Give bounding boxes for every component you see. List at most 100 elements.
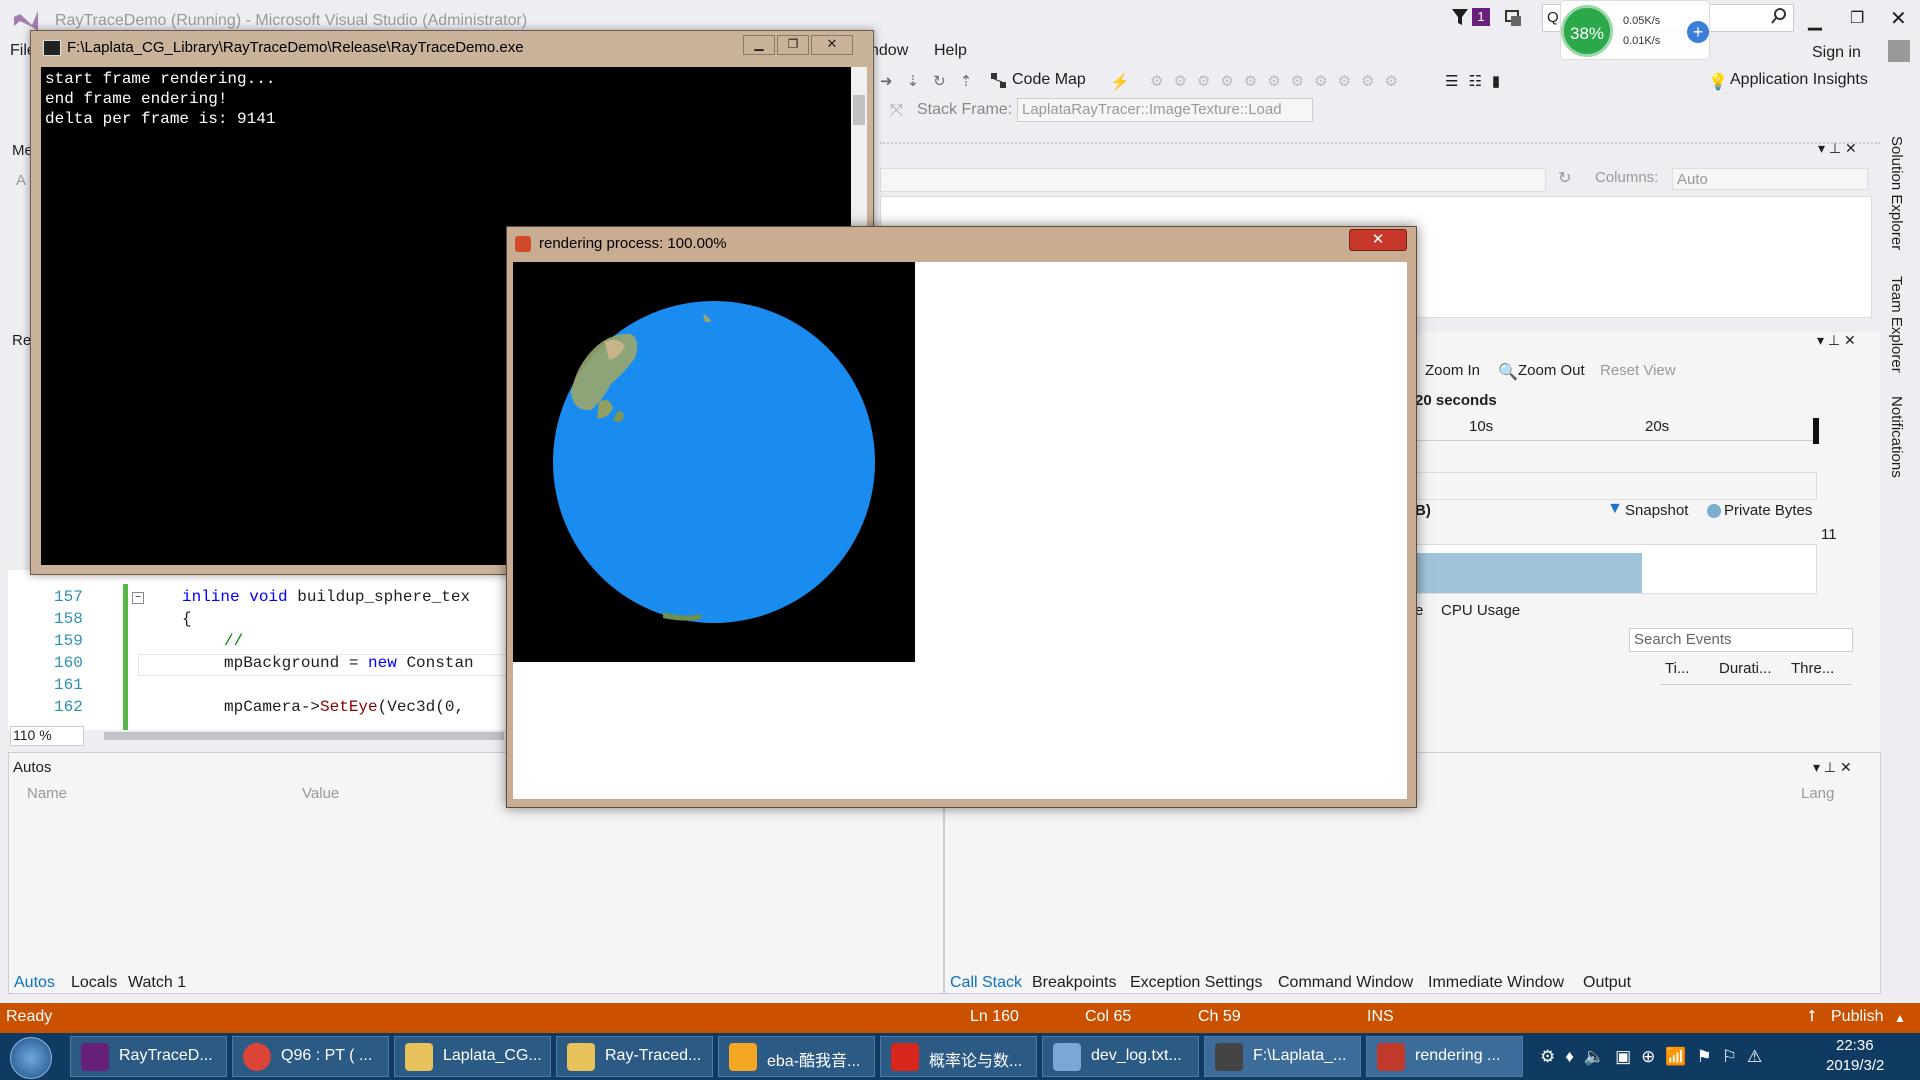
memory-graph-fill [1416, 553, 1642, 593]
private-bytes-legend: Private Bytes [1724, 502, 1813, 519]
notification-badge[interactable]: 1 [1472, 8, 1490, 26]
line-number: 162 [54, 698, 83, 716]
console-close-button[interactable]: ✕ [811, 35, 853, 55]
tab-notifications[interactable]: Notifications [1888, 396, 1905, 478]
stack-frame-select[interactable]: LaplataRayTracer::ImageTexture::Load [1017, 98, 1313, 122]
taskbar-item-console[interactable]: F:\Laplata_... [1204, 1036, 1361, 1077]
app-insights-icon[interactable]: 💡 [1708, 72, 1728, 92]
status-ins: INS [1367, 1008, 1394, 1025]
close-button[interactable]: ✕ [1890, 6, 1907, 31]
publish-button[interactable]: Publish [1831, 1008, 1883, 1026]
tab-exception-settings[interactable]: Exception Settings [1130, 974, 1263, 992]
minimize-button[interactable]: ▁ [1808, 10, 1822, 31]
render-title: rendering process: 100.00% [539, 235, 727, 252]
tab-output[interactable]: Output [1583, 974, 1631, 992]
search-events-input[interactable]: Search Events [1629, 628, 1853, 652]
callstack-pin-icon[interactable]: ▾ ⊥ ✕ [1813, 759, 1852, 776]
tab-solution-explorer[interactable]: Solution Explorer [1888, 136, 1905, 250]
refresh-icon[interactable]: ↻ [1558, 168, 1571, 188]
col-time[interactable]: Ti... [1665, 660, 1689, 677]
horizontal-scrollbar[interactable] [104, 732, 504, 740]
taskbar-item-notepad[interactable]: dev_log.txt... [1042, 1036, 1199, 1077]
console-line: delta per frame is: 9141 [45, 110, 276, 128]
status-ready: Ready [6, 1008, 53, 1025]
publish-arrow-icon[interactable]: ▲ [1894, 1011, 1906, 1025]
memory-value: 11 [1821, 526, 1837, 543]
line-number: 158 [54, 610, 83, 628]
status-bar: Ready Ln 160 Col 65 Ch 59 INS ⭡ Publish … [0, 1003, 1920, 1033]
code-comment: // [224, 632, 244, 650]
format-tool-icons[interactable]: ☰☷▮ [1445, 72, 1510, 90]
collapse-toggle[interactable]: − [132, 592, 144, 604]
search-icon[interactable] [1770, 7, 1788, 30]
tab-immediate-window[interactable]: Immediate Window [1428, 974, 1564, 992]
filter-icon[interactable] [1450, 6, 1472, 33]
console-scroll-thumb[interactable] [853, 95, 865, 125]
tab-call-stack[interactable]: Call Stack [950, 974, 1022, 992]
code-map-icon[interactable] [990, 72, 1008, 95]
code-editor[interactable]: − 157 inline void buildup_sphere_tex 158… [8, 570, 510, 730]
tab-breakpoints[interactable]: Breakpoints [1032, 974, 1117, 992]
timeline-cursor[interactable] [1813, 418, 1819, 444]
render-close-button[interactable]: ✕ [1349, 229, 1407, 251]
feedback-icon[interactable] [1503, 8, 1525, 35]
right-side-tabs: Solution Explorer Team Explorer Notifica… [1884, 136, 1914, 516]
snapshot-marker-icon: ▼ [1607, 500, 1623, 517]
taskbar-item-vs[interactable]: RayTraceD... [70, 1036, 227, 1077]
clock-date[interactable]: 2019/3/2 [1826, 1057, 1884, 1074]
menu-help[interactable]: Help [934, 42, 967, 60]
taskbar-item-rendering[interactable]: rendering ... [1366, 1036, 1523, 1077]
col-value[interactable]: Value [302, 785, 339, 802]
taskbar-item-music[interactable]: eba-酷我音... [718, 1036, 875, 1077]
tab-autos[interactable]: Autos [14, 974, 55, 992]
zoom-select[interactable]: 110 % [10, 726, 84, 746]
code-map-button[interactable]: Code Map [1012, 71, 1086, 89]
render-window[interactable]: rendering process: 100.00% ✕ [506, 226, 1417, 808]
tab-command-window[interactable]: Command Window [1278, 974, 1413, 992]
diag-pin-icon[interactable]: ▾ ⊥ ✕ [1817, 332, 1856, 349]
publish-icon[interactable]: ⭡ [1808, 1008, 1816, 1026]
start-button[interactable] [10, 1037, 52, 1079]
taskbar-item-folder-laplata[interactable]: Laplata_CG... [394, 1036, 551, 1077]
tab-cpu-usage[interactable]: CPU Usage [1441, 602, 1520, 619]
console-app-icon [1215, 1043, 1243, 1071]
filter-select[interactable] [880, 168, 1546, 192]
vs-window-title: RayTraceDemo (Running) - Microsoft Visua… [55, 12, 528, 29]
zoom-in-button[interactable]: Zoom In [1425, 362, 1480, 379]
exception-icon[interactable]: ⚡ [1110, 72, 1130, 92]
tab-team-explorer[interactable]: Team Explorer [1888, 276, 1905, 373]
chrome-icon [243, 1043, 271, 1071]
earth-sphere [553, 301, 875, 623]
columns-select[interactable]: Auto [1672, 168, 1868, 190]
menu-window[interactable]: ndow [870, 42, 908, 60]
console-maximize-button[interactable]: ❐ [777, 35, 809, 55]
reset-view-button[interactable]: Reset View [1600, 362, 1676, 379]
code-keyword: inline void [182, 588, 288, 606]
col-name[interactable]: Name [27, 785, 67, 802]
restore-button[interactable]: ❐ [1850, 8, 1864, 28]
col-duration[interactable]: Durati... [1719, 660, 1772, 677]
col-lang[interactable]: Lang [1801, 785, 1834, 802]
left-panel-label-a: A [16, 172, 27, 189]
change-margin [123, 584, 128, 730]
memory-label: B) [1415, 502, 1431, 519]
zoom-icon: 🔍 [1498, 364, 1518, 381]
notepad-icon [1053, 1043, 1081, 1071]
console-minimize-button[interactable]: ▁ [743, 35, 775, 55]
zoom-out-button[interactable]: Zoom Out [1518, 362, 1585, 379]
code-text: { [182, 610, 192, 628]
taskbar-item-pdf[interactable]: 概率论与数... [880, 1036, 1037, 1077]
tab-watch1[interactable]: Watch 1 [128, 974, 186, 992]
col-thread[interactable]: Thre... [1791, 660, 1834, 677]
taskbar-item-chrome[interactable]: Q96 : PT ( ... [232, 1036, 389, 1077]
clock-time[interactable]: 22:36 [1836, 1037, 1874, 1054]
app-insights-button[interactable]: Application Insights [1730, 71, 1868, 89]
tab-locals[interactable]: Locals [71, 974, 117, 992]
music-player-icon [729, 1043, 757, 1071]
debug-step-icons[interactable]: ➜⇣↻⇡ [880, 72, 986, 90]
taskbar-item-folder-raytraced[interactable]: Ray-Traced... [556, 1036, 713, 1077]
panel-pin-icon[interactable]: ▾ ⊥ ✕ [1818, 140, 1857, 157]
system-tray-icons[interactable]: ⚙♦🔈▣⊕📶⚑⚐⚠ [1540, 1047, 1772, 1067]
left-panel-label-re[interactable]: Re [12, 332, 31, 349]
snapshot-legend: Snapshot [1625, 502, 1689, 519]
